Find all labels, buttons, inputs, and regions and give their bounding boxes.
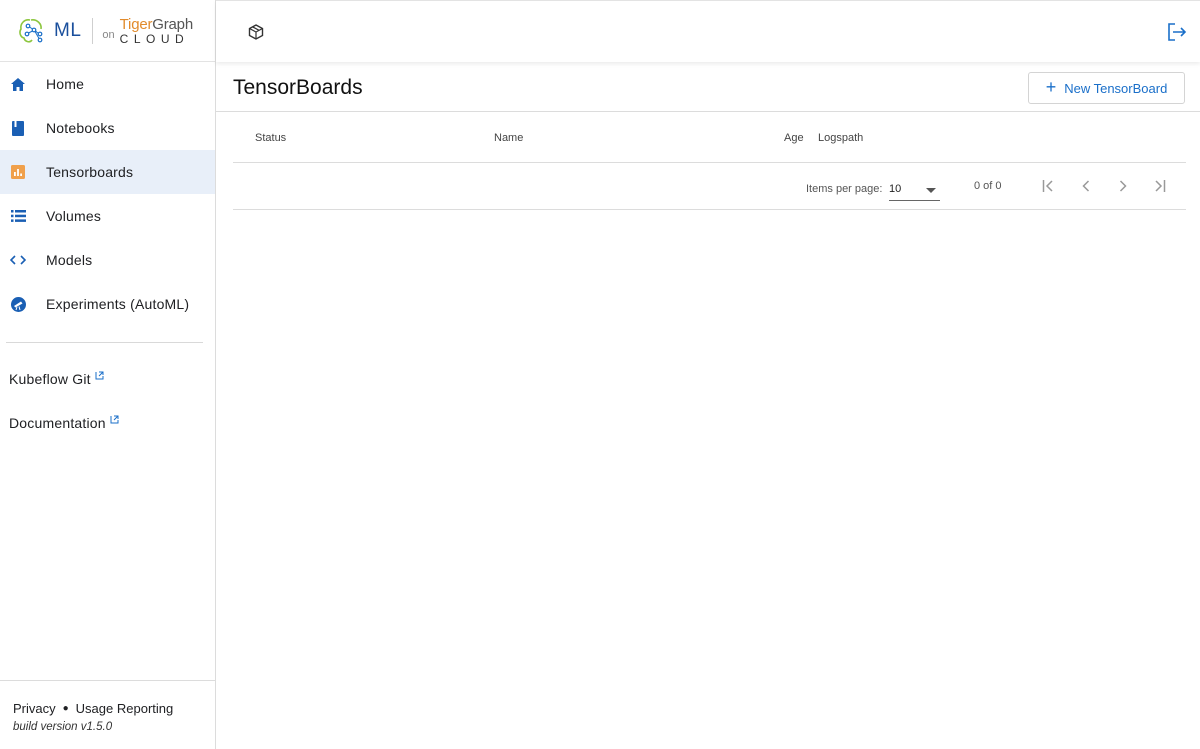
page-title: TensorBoards (233, 76, 363, 99)
main-content: TensorBoards + New TensorBoard Status Na… (216, 62, 1200, 749)
code-icon (10, 252, 26, 268)
chevron-left-icon (1082, 180, 1090, 192)
external-link-icon (95, 371, 104, 379)
tigergraph-logo: TigerGraph CLOUD (119, 15, 194, 46)
sidebar-item-experiments[interactable]: Experiments (AutoML) (0, 282, 215, 326)
sidebar-item-notebooks[interactable]: Notebooks (0, 106, 215, 150)
sidebar-item-tensorboards[interactable]: Tensorboards (0, 150, 215, 194)
page-range-label: 0 of 0 (974, 180, 1002, 192)
sidebar-item-home[interactable]: Home (0, 62, 215, 106)
top-bar (216, 0, 1200, 62)
sidebar-item-label: Models (46, 252, 93, 268)
external-link-icon (110, 415, 119, 423)
plus-icon: + (1045, 76, 1057, 97)
title-row: TensorBoards + New TensorBoard (216, 62, 1200, 112)
kubeflow-git-link[interactable]: Kubeflow Git (0, 357, 215, 401)
book-icon (10, 120, 26, 136)
column-header-age[interactable]: Age (784, 132, 804, 144)
sidebar-item-volumes[interactable]: Volumes (0, 194, 215, 238)
sidebar-footer: Privacy ● Usage Reporting build version … (0, 680, 215, 749)
brain-logo-icon (19, 18, 43, 43)
paginator: Items per page: 10 0 of 0 (233, 163, 1186, 210)
column-header-name[interactable]: Name (494, 132, 523, 144)
dropdown-caret-icon (926, 188, 936, 193)
bar-chart-icon (10, 164, 26, 180)
items-per-page-value: 10 (889, 183, 902, 195)
previous-page-button[interactable] (1075, 175, 1097, 197)
new-tensorboard-label: New TensorBoard (1064, 80, 1168, 96)
home-icon (10, 76, 26, 92)
logout-icon[interactable] (1167, 23, 1187, 46)
next-page-button[interactable] (1112, 175, 1134, 197)
link-label: Documentation (9, 415, 106, 431)
table-header: Status Name Age Logspath (233, 112, 1186, 163)
last-page-icon (1155, 180, 1166, 192)
usage-reporting-link[interactable]: Usage Reporting (76, 701, 174, 716)
on-label: on (102, 29, 115, 41)
sidebar-item-label: Home (46, 76, 85, 92)
items-per-page-label: Items per page: (806, 183, 883, 195)
sidebar-item-label: Volumes (46, 208, 102, 224)
documentation-link[interactable]: Documentation (0, 401, 215, 445)
ml-label: ML (54, 19, 82, 41)
last-page-button[interactable] (1148, 175, 1170, 197)
items-per-page-select[interactable]: 10 (889, 179, 940, 201)
separator-dot: ● (62, 703, 69, 714)
sidebar-divider (6, 342, 203, 343)
link-label: Kubeflow Git (9, 371, 91, 387)
column-header-logspath[interactable]: Logspath (818, 132, 863, 144)
experiment-icon (10, 296, 26, 312)
privacy-link[interactable]: Privacy (13, 701, 56, 716)
graph-label: Graph (152, 15, 193, 33)
tiger-label: Tiger (119, 15, 153, 33)
chevron-right-icon (1119, 180, 1127, 192)
sidebar-item-models[interactable]: Models (0, 238, 215, 282)
sidebar-item-label: Experiments (AutoML) (46, 296, 190, 312)
sidebar-item-label: Tensorboards (46, 164, 134, 180)
logo-divider (92, 17, 94, 44)
sidebar-item-label: Notebooks (46, 120, 115, 136)
cloud-label: CLOUD (119, 31, 190, 46)
column-header-status[interactable]: Status (255, 132, 286, 144)
build-version: build version v1.5.0 (13, 721, 113, 733)
tensorboards-table: Status Name Age Logspath Items per page:… (233, 112, 1186, 210)
namespace-cube-icon[interactable] (248, 24, 264, 45)
new-tensorboard-button[interactable]: + New TensorBoard (1028, 72, 1185, 104)
brand-logo[interactable]: ML on TigerGraph CLOUD (0, 0, 215, 62)
sidebar-nav: Home Notebooks Tensorboards Volumes Mode… (0, 62, 215, 326)
list-icon (10, 208, 26, 224)
first-page-button[interactable] (1038, 175, 1060, 197)
sidebar: ML on TigerGraph CLOUD Home Notebooks Te… (0, 0, 216, 749)
first-page-icon (1042, 180, 1053, 192)
